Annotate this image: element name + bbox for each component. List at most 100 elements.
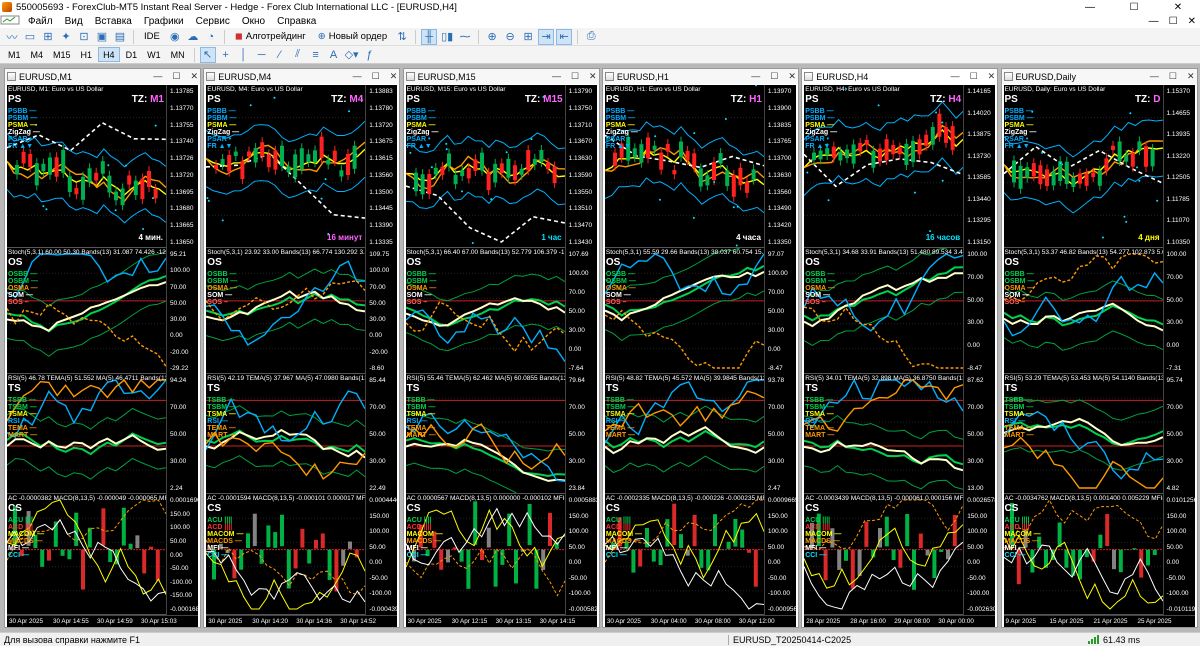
close-button[interactable]: ✕ bbox=[1156, 0, 1200, 14]
menu-tools[interactable]: Сервис bbox=[190, 16, 236, 27]
cs-price-axis[interactable]: 0.0005883 150.00 100.00 50.00 0.00 -50.00 -100… bbox=[564, 494, 597, 615]
os-price-axis[interactable]: 109.75 100.00 70.00 50.00 30.00 0.00 -20.00 -8.… bbox=[365, 248, 398, 374]
os-price-axis[interactable]: 95.21 100.00 70.00 50.00 30.00 0.00 -20.00 -29.… bbox=[166, 248, 198, 374]
ts-pane[interactable]: RSI(5) 34.01 TEMA(5) 32.898 MA(5) 36.875… bbox=[804, 374, 964, 494]
trade-icon[interactable]: ⇅ bbox=[394, 29, 410, 45]
strategy-tester-icon[interactable]: ◔ bbox=[203, 29, 219, 45]
chart-close-icon[interactable]: ✕ bbox=[190, 71, 198, 82]
tester-icon[interactable]: ▤ bbox=[112, 29, 128, 45]
vps-icon[interactable]: ☁ bbox=[185, 29, 201, 45]
os-price-axis[interactable]: 100.00 70.00 50.00 30.00 0.00 -7.31 bbox=[1162, 248, 1195, 374]
ts-pane[interactable]: RSI(5) 46.78 TEMA(5) 51.552 MA(5) 46.471… bbox=[7, 374, 166, 494]
menu-charts[interactable]: Графики bbox=[138, 16, 190, 27]
candlestick-icon[interactable]: ▯▮ bbox=[439, 29, 455, 45]
ts-price-axis[interactable]: 94.24 70.00 50.00 30.00 2.24 bbox=[166, 374, 198, 494]
chart-window-eurusd-h4[interactable]: EURUSD,H4 — ☐ ✕ EURUSD, H4: Euro vs US Dolla… bbox=[801, 68, 999, 628]
chart-window-titlebar[interactable]: EURUSD,M15 — ☐ ✕ bbox=[403, 69, 599, 84]
text-icon[interactable]: A bbox=[326, 47, 342, 63]
line-chart-icon[interactable]: ⁓ bbox=[457, 29, 473, 45]
cs-pane[interactable]: AC -0.0003439 MACD(8,13,5) -0.000061 0.0… bbox=[804, 494, 964, 615]
time-axis[interactable]: 30 Apr 2025 30 Apr 14:55 30 Apr 14:59 30 Ap… bbox=[7, 615, 198, 627]
os-pane[interactable]: Stoch(5,3,1) 34.68 33.91 Bands(13) 51.48… bbox=[804, 248, 964, 374]
horizontal-line-icon[interactable]: ─ bbox=[254, 47, 270, 63]
algo-trading-button[interactable]: ◼ Алготрейдинг bbox=[230, 29, 311, 45]
mdi-close-button[interactable]: ✕ bbox=[1188, 16, 1196, 27]
chart-minimize-icon[interactable]: — bbox=[353, 71, 362, 82]
tf-mn[interactable]: MN bbox=[167, 47, 189, 62]
indicators-icon[interactable]: ƒ bbox=[362, 47, 378, 63]
mdi-restore-button[interactable]: ☐ bbox=[1169, 16, 1178, 27]
trendline-icon[interactable]: ⁄ bbox=[272, 47, 288, 63]
ps-pane[interactable]: EURUSD, M15: Euro vs US Dollar PS PSBB — PS… bbox=[405, 85, 565, 248]
autoscroll-icon[interactable]: ⇥ bbox=[538, 28, 555, 45]
chart-window-titlebar[interactable]: EURUSD,M1 — ☐ ✕ bbox=[5, 69, 200, 84]
tf-d1[interactable]: D1 bbox=[122, 47, 142, 62]
chart-window-titlebar[interactable]: EURUSD,M4 — ☐ ✕ bbox=[204, 69, 400, 84]
chart-minimize-icon[interactable]: — bbox=[153, 71, 162, 82]
os-pane[interactable]: Stoch(5,3,1) 55.59 29.66 Bands(13) 38.03… bbox=[604, 248, 764, 374]
minimize-button[interactable]: — bbox=[1068, 0, 1112, 14]
chart-profiles-icon[interactable]: ▭ bbox=[22, 29, 38, 45]
time-axis[interactable]: 28 Apr 2025 28 Apr 16:00 29 Apr 08:00 30 Ap… bbox=[804, 615, 996, 627]
zoom-in-icon[interactable]: ⊕ bbox=[484, 29, 500, 45]
menu-view[interactable]: Вид bbox=[59, 16, 89, 27]
menu-window[interactable]: Окно bbox=[236, 16, 271, 27]
signals-icon[interactable]: ◉ bbox=[167, 29, 183, 45]
ps-pane[interactable]: EURUSD, M4: Euro vs US Dollar PS PSBB — PSB… bbox=[206, 85, 366, 248]
chart-close-icon[interactable]: ✕ bbox=[1187, 71, 1195, 82]
chart-canvas[interactable]: EURUSD, M15: Euro vs US Dollar PS PSBB — PS… bbox=[405, 85, 597, 627]
menu-help[interactable]: Справка bbox=[271, 16, 322, 27]
chart-canvas[interactable]: EURUSD, M4: Euro vs US Dollar PS PSBB — PSB… bbox=[206, 85, 398, 627]
vertical-line-icon[interactable]: │ bbox=[236, 47, 252, 63]
fibonacci-icon[interactable]: ≡ bbox=[308, 47, 324, 63]
chart-minimize-icon[interactable]: — bbox=[751, 71, 760, 82]
chart-window-eurusd-m4[interactable]: EURUSD,M4 — ☐ ✕ EURUSD, M4: Euro vs US Dolla… bbox=[203, 68, 401, 628]
ps-price-axis[interactable]: 1.13785 1.13770 1.13755 1.13740 1.13726 1.137… bbox=[166, 85, 198, 248]
zoom-out-icon[interactable]: ⊖ bbox=[502, 29, 518, 45]
cs-pane[interactable]: AC -0.0000382 MACD(8,13,5) -0.000049 -0.… bbox=[7, 494, 166, 615]
cs-pane[interactable]: AC -0.0034762 MACD(8,13,5) 0.001400 0.00… bbox=[1003, 494, 1163, 615]
chart-maximize-icon[interactable]: ☐ bbox=[970, 71, 978, 82]
chart-window-eurusd-daily[interactable]: EURUSD,Daily — ☐ ✕ EURUSD, Daily: Euro vs US… bbox=[1000, 68, 1198, 628]
os-price-axis[interactable]: 97.07 100.00 70.00 50.00 30.00 0.00 -8.47 bbox=[763, 248, 796, 374]
ps-pane[interactable]: EURUSD, Daily: Euro vs US Dollar PS PSBB —… bbox=[1003, 85, 1163, 248]
chart-close-icon[interactable]: ✕ bbox=[390, 71, 398, 82]
time-axis[interactable]: 30 Apr 2025 30 Apr 04:00 30 Apr 08:00 30 Ap… bbox=[604, 615, 796, 627]
chart-maximize-icon[interactable]: ☐ bbox=[1169, 71, 1177, 82]
screenshot-icon[interactable]: ⎙ bbox=[583, 29, 599, 45]
ide-button[interactable]: IDE bbox=[139, 29, 165, 45]
tf-h4[interactable]: H4 bbox=[98, 47, 120, 62]
chart-window-eurusd-h1[interactable]: EURUSD,H1 — ☐ ✕ EURUSD, H1: Euro vs US Dolla… bbox=[601, 68, 799, 628]
cs-price-axis[interactable]: 0.0001690 150.00 100.00 50.00 0.00 -50.00 -100… bbox=[166, 494, 198, 615]
chart-minimize-icon[interactable]: — bbox=[552, 71, 561, 82]
cs-price-axis[interactable]: 0.0101256 150.00 100.00 50.00 0.00 -50.00 -100… bbox=[1162, 494, 1195, 615]
ts-pane[interactable]: RSI(5) 48.82 TEMA(5) 45.572 MA(5) 39.984… bbox=[604, 374, 764, 494]
chart-close-icon[interactable]: ✕ bbox=[788, 71, 796, 82]
menu-file[interactable]: Файл bbox=[22, 16, 59, 27]
chart-maximize-icon[interactable]: ☐ bbox=[770, 71, 778, 82]
chart-maximize-icon[interactable]: ☐ bbox=[172, 71, 180, 82]
chart-window-titlebar[interactable]: EURUSD,H4 — ☐ ✕ bbox=[802, 69, 998, 84]
ts-price-axis[interactable]: 79.64 70.00 50.00 30.00 23.84 bbox=[564, 374, 597, 494]
time-axis[interactable]: 30 Apr 2025 30 Apr 14:20 30 Apr 14:36 30 Ap… bbox=[206, 615, 398, 627]
chart-close-icon[interactable]: ✕ bbox=[988, 71, 996, 82]
chart-window-eurusd-m1[interactable]: EURUSD,M1 — ☐ ✕ EURUSD, M1: Euro vs US Dolla… bbox=[4, 68, 201, 628]
data-window-icon[interactable]: ⊡ bbox=[76, 29, 92, 45]
market-watch-icon[interactable]: ⊞ bbox=[40, 29, 56, 45]
time-axis[interactable]: 9 Apr 2025 15 Apr 2025 21 Apr 2025 25 Apr 2… bbox=[1003, 615, 1195, 627]
ts-pane[interactable]: RSI(5) 42.19 TEMA(5) 37.967 MA(5) 47.098… bbox=[206, 374, 366, 494]
ps-price-axis[interactable]: 1.14165 1.14020 1.13875 1.13730 1.13585 1.134… bbox=[963, 85, 996, 248]
toolbox-icon[interactable]: ▣ bbox=[94, 29, 110, 45]
chart-canvas[interactable]: EURUSD, Daily: Euro vs US Dollar PS PSBB —… bbox=[1003, 85, 1195, 627]
os-price-axis[interactable]: 100.00 70.00 50.00 30.00 0.00 -8.47 bbox=[963, 248, 996, 374]
ts-price-axis[interactable]: 93.78 70.00 50.00 30.00 2.47 bbox=[763, 374, 796, 494]
menu-insert[interactable]: Вставка bbox=[89, 16, 138, 27]
os-pane[interactable]: Stoch(5,3,1) 60.00 50.30 Bands(13) 31.08… bbox=[7, 248, 166, 374]
bar-chart-icon[interactable]: ╫ bbox=[421, 28, 438, 45]
chart-maximize-icon[interactable]: ☐ bbox=[571, 71, 579, 82]
ts-pane[interactable]: RSI(5) 55.46 TEMA(5) 62.462 MA(5) 60.085… bbox=[405, 374, 565, 494]
ps-pane[interactable]: EURUSD, M1: Euro vs US Dollar PS PSBB — PSB… bbox=[7, 85, 166, 248]
channel-icon[interactable]: ⫽ bbox=[290, 47, 306, 63]
cursor-icon[interactable]: ↖ bbox=[199, 46, 216, 63]
ts-price-axis[interactable]: 87.62 70.00 50.00 30.00 13.00 bbox=[963, 374, 996, 494]
